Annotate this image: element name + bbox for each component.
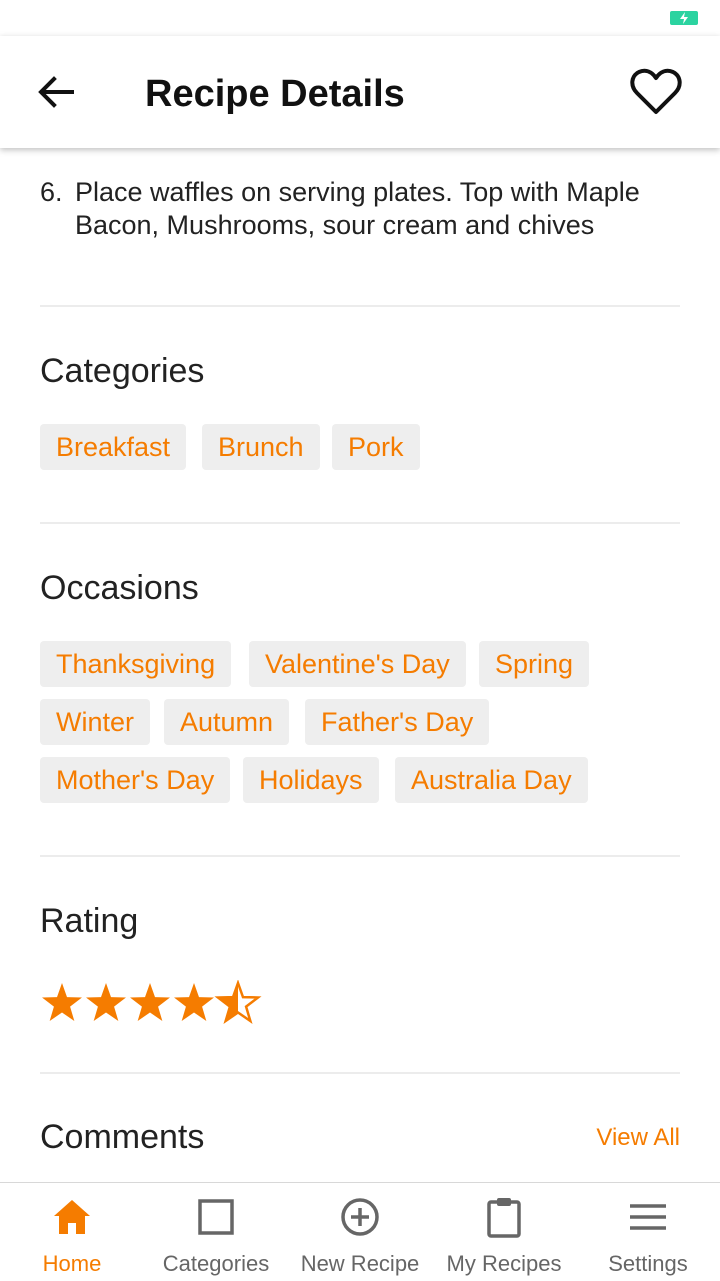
home-icon: [54, 1200, 90, 1234]
nav-new-recipe[interactable]: New Recipe: [288, 1183, 432, 1281]
occasion-chip[interactable]: Valentine's Day: [249, 641, 466, 687]
star-full-icon: [86, 983, 126, 1021]
battery-icon: [670, 11, 698, 25]
divider: [40, 522, 680, 524]
clipboard-icon: [487, 1198, 521, 1238]
comments-title: Comments: [40, 1118, 205, 1156]
star-full-icon: [174, 983, 214, 1021]
nav-settings[interactable]: Settings: [576, 1183, 720, 1281]
nav-home[interactable]: Home: [0, 1183, 144, 1281]
favorite-button[interactable]: [628, 66, 684, 118]
star-full-icon: [42, 983, 82, 1021]
page-title: Recipe Details: [145, 73, 405, 115]
menu-icon: [630, 1204, 666, 1230]
occasions-title: Occasions: [40, 569, 199, 607]
heart-icon: [630, 68, 682, 114]
rating-title: Rating: [40, 902, 139, 940]
nav-label: Categories: [162, 1251, 270, 1276]
divider: [40, 855, 680, 857]
occasion-chip[interactable]: Spring: [479, 641, 590, 687]
divider: [40, 305, 680, 307]
occasion-chip[interactable]: Mother's Day: [40, 757, 231, 803]
arrow-left-icon: [38, 76, 74, 108]
nav-categories[interactable]: Categories: [144, 1183, 288, 1281]
recipe-details-content[interactable]: 6. Place waffles on serving plates. Top …: [0, 148, 720, 1182]
category-chip[interactable]: Pork: [332, 424, 420, 470]
bottom-navigation: Home Categories New Recipe My Recipes Se…: [0, 1182, 720, 1281]
step-text: Place waffles on serving plates. Top wit…: [75, 177, 640, 240]
occasion-chip[interactable]: Father's Day: [305, 699, 490, 745]
occasion-chip[interactable]: Winter: [40, 699, 151, 745]
rating-stars: [42, 980, 262, 1025]
square-icon: [198, 1199, 234, 1235]
occasion-chip[interactable]: Holidays: [243, 757, 379, 803]
nav-label: My Recipes: [446, 1251, 562, 1276]
occasion-chip[interactable]: Thanksgiving: [40, 641, 232, 687]
categories-title: Categories: [40, 352, 205, 390]
status-bar: [0, 0, 720, 36]
divider: [40, 1072, 680, 1074]
star-full-icon: [130, 983, 170, 1021]
category-chip[interactable]: Breakfast: [40, 424, 187, 470]
step-number: 6.: [40, 177, 63, 207]
category-chip[interactable]: Brunch: [202, 424, 320, 470]
app-bar: Recipe Details: [0, 36, 720, 148]
previous-step-fragment: [40, 148, 680, 156]
nav-label: Home: [42, 1251, 102, 1276]
nav-label: New Recipe: [300, 1251, 420, 1276]
plus-circle-icon: [341, 1198, 379, 1236]
occasion-chip[interactable]: Autumn: [164, 699, 290, 745]
view-all-comments-link[interactable]: View All: [596, 1124, 680, 1152]
back-button[interactable]: [30, 72, 82, 112]
occasion-chip[interactable]: Australia Day: [395, 757, 588, 803]
nav-my-recipes[interactable]: My Recipes: [432, 1183, 576, 1281]
nav-label: Settings: [608, 1251, 688, 1276]
